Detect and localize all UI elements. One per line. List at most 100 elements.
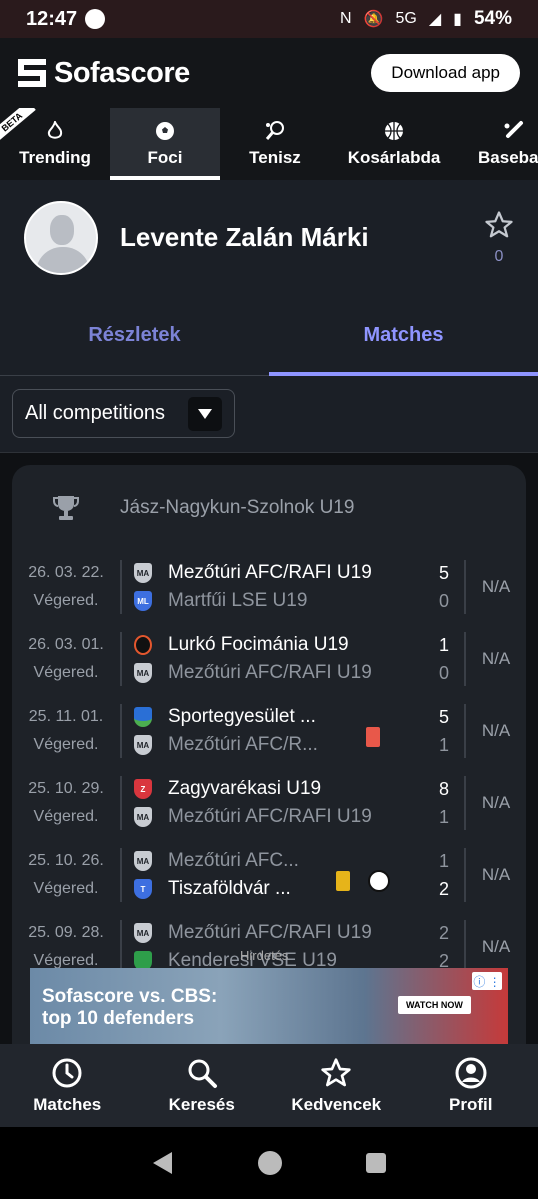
player-rating: N/A	[481, 577, 511, 596]
player-rating: N/A	[481, 649, 511, 668]
sport-tabs: BETA Trending Foci Tenisz Kosárlabda Bas…	[0, 108, 538, 180]
team-badge-icon: MA	[134, 923, 152, 943]
competition-filter-select[interactable]: All competitions	[12, 389, 235, 438]
match-date: 26. 03. 01.	[28, 636, 104, 653]
home-score: 2	[438, 923, 449, 943]
home-score: 5	[438, 707, 449, 727]
match-row[interactable]: 26. 03. 22. Végered. MA Mezőtúri AFC/RAFI…	[12, 551, 526, 623]
home-team: Mezőtúri AFC/RAFI U19	[168, 922, 372, 943]
team-badge-icon: MA	[134, 563, 152, 583]
tab-baseball[interactable]: Baseball	[458, 108, 538, 180]
home-score: 1	[438, 635, 449, 655]
competition-name: Jász-Nagykun-Szolnok U19	[120, 497, 355, 518]
tab-foci[interactable]: Foci	[110, 108, 220, 180]
player-rating: N/A	[481, 937, 511, 956]
team-badge-icon: T	[134, 879, 152, 899]
match-date-block: 25. 10. 26. Végered.	[12, 847, 120, 903]
status-bar: 12:47 N 🔕 5G ◢ ▮ 54%	[0, 0, 538, 38]
chevron-down-icon	[188, 396, 222, 431]
home-score: 5	[438, 563, 449, 583]
nav-label: Keresés	[168, 1094, 235, 1114]
nav-favorites[interactable]: Kedvencek	[269, 1044, 404, 1127]
basketball-icon	[383, 120, 405, 142]
nav-label: Matches	[33, 1094, 102, 1114]
tab-kosarlabda[interactable]: Kosárlabda	[330, 108, 458, 180]
back-icon[interactable]	[150, 1150, 176, 1176]
messenger-icon	[85, 9, 106, 29]
match-score: 1 2	[424, 847, 464, 903]
home-team: Mezőtúri AFC/RAFI U19	[168, 562, 372, 583]
match-status: Végered.	[33, 664, 99, 681]
nav-profile[interactable]: Profil	[404, 1044, 538, 1127]
match-date: 25. 10. 29.	[28, 780, 104, 797]
baseball-icon	[502, 120, 524, 142]
match-score: 5 1	[424, 703, 464, 759]
match-date-block: 25. 09. 28. Végered.	[12, 919, 120, 975]
yellow-card-icon	[336, 871, 350, 891]
star-outline-icon	[485, 210, 513, 237]
status-icons: N 🔕 5G ◢ ▮ 54%	[340, 8, 512, 30]
player-header: Levente Zalán Márki 0	[0, 180, 538, 295]
followers-count: 0	[494, 247, 504, 265]
nav-matches[interactable]: Matches	[0, 1044, 135, 1127]
system-navigation-bar	[0, 1127, 538, 1199]
team-badge-icon: MA	[134, 807, 152, 827]
match-status: Végered.	[33, 808, 99, 825]
ad-info-icon[interactable]: ⓘ ⋮	[472, 972, 502, 990]
follow-button[interactable]: 0	[484, 210, 514, 266]
ad-banner[interactable]: Sofascore vs. CBS: top 10 defenders WATC…	[30, 968, 508, 1044]
nav-search[interactable]: Keresés	[135, 1044, 270, 1127]
match-row[interactable]: 25. 11. 01. Végered. Sportegyesület ... …	[12, 695, 526, 767]
tab-trending[interactable]: BETA Trending	[0, 108, 110, 180]
star-icon	[321, 1057, 351, 1086]
match-row[interactable]: 25. 10. 29. Végered. Z Zagyvarékasi U19 M…	[12, 767, 526, 839]
away-team: Mezőtúri AFC/RAFI U19	[168, 806, 372, 827]
player-rating: N/A	[481, 865, 511, 884]
logo-mark-icon	[18, 59, 46, 87]
match-status: Végered.	[33, 592, 99, 609]
battery-percent: 54%	[473, 8, 512, 29]
tab-reszletek[interactable]: Részletek	[0, 295, 269, 375]
match-date: 25. 09. 28.	[28, 924, 104, 941]
nav-label: Profil	[449, 1094, 493, 1114]
match-date-block: 25. 10. 29. Végered.	[12, 775, 120, 831]
ad-label: Hirdetés	[240, 948, 289, 963]
player-rating: N/A	[481, 721, 511, 740]
match-date: 25. 10. 26.	[28, 852, 104, 869]
filter-label: All competitions	[25, 402, 166, 424]
match-date: 26. 03. 22.	[28, 564, 104, 581]
match-date-block: 26. 03. 22. Végered.	[12, 559, 120, 615]
away-team: Mezőtúri AFC/RAFI U19	[168, 662, 372, 683]
battery-icon: ▮	[453, 11, 462, 28]
status-time: 12:47	[26, 7, 78, 30]
tab-matches[interactable]: Matches	[269, 295, 538, 376]
tab-label: Foci	[147, 148, 183, 167]
match-status: Végered.	[33, 880, 99, 897]
tennis-icon	[264, 120, 286, 142]
away-score: 1	[438, 735, 449, 755]
match-score: 8 1	[424, 775, 464, 831]
away-score: 0	[438, 591, 449, 611]
home-score: 8	[438, 779, 449, 799]
bottom-navigation: Matches Keresés Kedvencek Profil	[0, 1044, 538, 1127]
competition-header[interactable]: Jász-Nagykun-Szolnok U19	[12, 465, 526, 551]
ad-text: Sofascore vs. CBS: top 10 defenders	[42, 986, 217, 1030]
tab-tenisz[interactable]: Tenisz	[220, 108, 330, 180]
team-badge-icon: Z	[134, 779, 152, 799]
red-card-icon	[366, 727, 380, 747]
match-row[interactable]: 26. 03. 01. Végered. Lurkó Focimánia U19…	[12, 623, 526, 695]
team-badge-icon: MA	[134, 663, 152, 683]
ad-watch-now-button[interactable]: WATCH NOW	[398, 996, 471, 1014]
match-teams: MA Mezőtúri AFC/RAFI U19 ML Martfűi LSE U1…	[122, 559, 424, 615]
match-teams: Lurkó Focimánia U19 MA Mezőtúri AFC/RAFI …	[122, 631, 424, 687]
tab-label: Tenisz	[249, 148, 301, 167]
match-score: 2 2	[424, 919, 464, 975]
search-icon	[188, 1059, 217, 1088]
recents-icon[interactable]	[364, 1151, 388, 1175]
home-icon[interactable]	[257, 1150, 283, 1176]
download-app-button[interactable]: Download app	[371, 54, 520, 92]
sofascore-logo[interactable]: Sofascore	[18, 57, 190, 90]
nav-label: Kedvencek	[291, 1094, 382, 1114]
ad-text-line1: Sofascore vs. CBS:	[42, 986, 218, 1007]
match-row[interactable]: 25. 10. 26. Végered. MA Mezőtúri AFC... T…	[12, 839, 526, 911]
